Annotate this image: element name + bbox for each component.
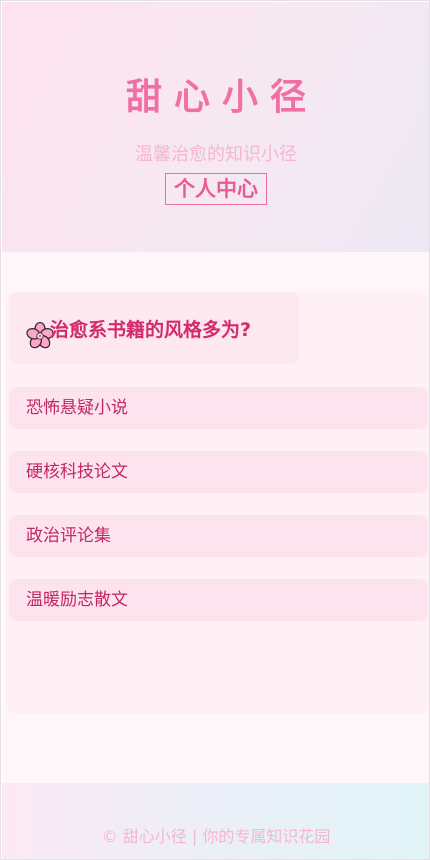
option-d[interactable]: 温暖励志散文 <box>9 579 428 621</box>
option-a[interactable]: 恐怖悬疑小说 <box>9 387 428 429</box>
option-b[interactable]: 硬核科技论文 <box>9 451 428 493</box>
app-frame: 甜心小径 温馨治愈的知识小径 个人中心 治愈系书籍的风格多为? 恐怖悬疑小说 硬… <box>0 0 430 860</box>
page-footer: © 甜心小径 | 你的专属知识花园 <box>2 783 429 859</box>
quiz-main: 治愈系书籍的风格多为? 恐怖悬疑小说 硬核科技论文 政治评论集 温暖励志散文 <box>2 252 429 783</box>
profile-center-link[interactable]: 个人中心 <box>165 173 267 205</box>
footer-text: © 甜心小径 | 你的专属知识花园 <box>101 827 331 846</box>
option-c[interactable]: 政治评论集 <box>9 515 428 557</box>
app-title: 甜心小径 <box>125 76 318 118</box>
page-header: 甜心小径 温馨治愈的知识小径 个人中心 <box>2 2 429 252</box>
question-text: 治愈系书籍的风格多为? <box>50 319 252 341</box>
app-subtitle: 温馨治愈的知识小径 <box>135 144 297 165</box>
